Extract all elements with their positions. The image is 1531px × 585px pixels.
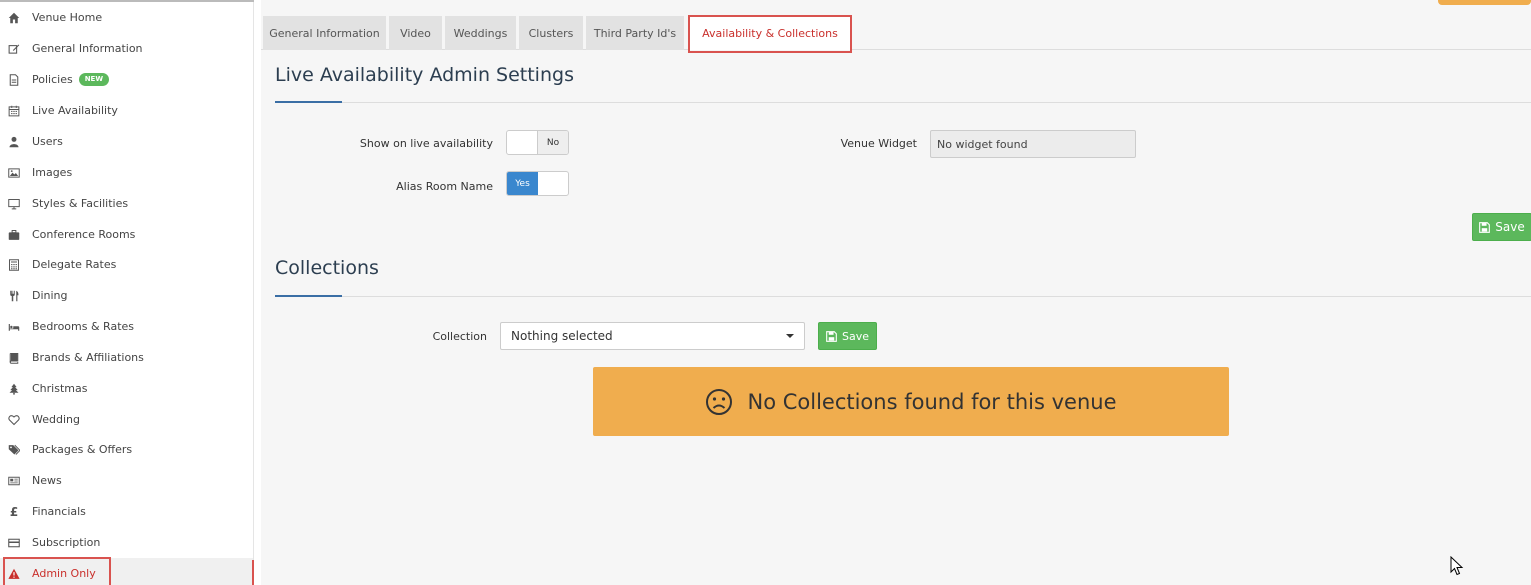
sidebar-item-label: Wedding: [32, 413, 80, 426]
credit-card-icon: [7, 536, 21, 550]
user-icon: [7, 135, 21, 149]
venue-widget-label: Venue Widget: [840, 137, 917, 150]
sidebar-item-general-information[interactable]: General Information: [0, 33, 253, 64]
collections-divider-accent: [275, 295, 342, 297]
availability-divider-accent: [275, 101, 342, 103]
availability-divider: [275, 102, 1531, 103]
tab-third-party-ids[interactable]: Third Party Id's: [586, 16, 684, 50]
collection-selected-value: Nothing selected: [511, 329, 613, 343]
book-icon: [7, 351, 21, 365]
admin-only-highlight: [3, 557, 111, 585]
show-on-live-availability-toggle[interactable]: No: [506, 130, 569, 155]
tab-bar: General Information Video Weddings Clust…: [261, 16, 1531, 50]
collection-select[interactable]: Nothing selected: [500, 322, 805, 350]
sidebar-item-label: Brands & Affiliations: [32, 351, 144, 364]
sidebar-item-label: General Information: [32, 42, 143, 55]
calculator-icon: [7, 258, 21, 272]
sidebar-item-label: Financials: [32, 505, 86, 518]
tab-general-information[interactable]: General Information: [263, 16, 386, 50]
sidebar-item-label: Subscription: [32, 536, 101, 549]
monitor-icon: [7, 197, 21, 211]
sidebar-item-christmas[interactable]: Christmas: [0, 373, 253, 404]
sidebar-item-dining[interactable]: Dining: [0, 280, 253, 311]
sidebar-item-label: Live Availability: [32, 104, 118, 117]
alert-text: No Collections found for this venue: [747, 389, 1117, 414]
sidebar-item-users[interactable]: Users: [0, 126, 253, 157]
tab-clusters[interactable]: Clusters: [519, 16, 583, 50]
sidebar-item-label: Delegate Rates: [32, 258, 117, 271]
sidebar-item-wedding[interactable]: Wedding: [0, 404, 253, 435]
venue-widget-field: No widget found: [930, 130, 1136, 158]
sidebar-item-live-availability[interactable]: Live Availability: [0, 95, 253, 126]
sidebar-item-delegate-rates[interactable]: Delegate Rates: [0, 249, 253, 280]
sidebar-item-conference-rooms[interactable]: Conference Rooms: [0, 219, 253, 250]
heart-icon: [7, 413, 21, 427]
sidebar-item-label: Policies: [32, 73, 73, 86]
admin-only-active-marker: [252, 560, 254, 585]
sidebar-item-packages-offers[interactable]: Packages & Offers: [0, 434, 253, 465]
save-label: Save: [1495, 220, 1525, 234]
main-content: General Information Video Weddings Clust…: [261, 0, 1531, 585]
mouse-cursor-icon: [1450, 556, 1464, 576]
sidebar-item-financials[interactable]: £ Financials: [0, 496, 253, 527]
show-on-live-availability-label: Show on live availability: [359, 137, 493, 150]
sidebar-item-label: News: [32, 474, 62, 487]
sidebar-item-label: Christmas: [32, 382, 88, 395]
sidebar: Venue Home General Information Policies …: [0, 0, 254, 585]
sidebar-item-brands-affiliations[interactable]: Brands & Affiliations: [0, 342, 253, 373]
sidebar-item-label: Venue Home: [32, 11, 103, 24]
home-icon: [7, 11, 21, 25]
orange-top-button[interactable]: [1438, 0, 1531, 5]
new-badge: NEW: [78, 73, 110, 86]
chevron-down-icon: [786, 334, 794, 338]
save-icon: [1479, 221, 1491, 233]
tab-video[interactable]: Video: [389, 16, 442, 50]
sidebar-item-label: Users: [32, 135, 63, 148]
tags-icon: [7, 443, 21, 457]
alias-room-name-label: Alias Room Name: [396, 180, 493, 193]
sidebar-item-venue-home[interactable]: Venue Home: [0, 2, 253, 33]
briefcase-icon: [7, 228, 21, 242]
save-label: Save: [841, 329, 869, 343]
collections-divider: [275, 296, 1531, 297]
calendar-icon: [7, 104, 21, 118]
sidebar-item-label: Dining: [32, 289, 68, 302]
collections-section-title: Collections: [275, 257, 379, 279]
sidebar-item-news[interactable]: News: [0, 465, 253, 496]
pound-icon: £: [9, 504, 19, 519]
newspaper-icon: [7, 474, 21, 488]
toggle-state-label: Yes: [507, 172, 538, 195]
tree-icon: [7, 382, 21, 396]
sidebar-item-images[interactable]: Images: [0, 157, 253, 188]
availability-save-button[interactable]: Save: [1472, 213, 1531, 241]
collection-save-button[interactable]: Save: [818, 322, 877, 350]
sidebar-item-subscription[interactable]: Subscription: [0, 527, 253, 558]
sidebar-item-bedrooms-rates[interactable]: Bedrooms & Rates: [0, 311, 253, 342]
no-collections-alert: No Collections found for this venue: [593, 367, 1229, 436]
document-icon: [7, 73, 21, 87]
bed-icon: [7, 320, 21, 334]
sidebar-item-label: Bedrooms & Rates: [32, 320, 135, 333]
tab-weddings[interactable]: Weddings: [445, 16, 516, 50]
image-icon: [7, 166, 21, 180]
active-tab-highlight: [688, 15, 852, 53]
sidebar-item-policies[interactable]: Policies NEW: [0, 64, 253, 95]
frown-icon: [706, 388, 733, 415]
sidebar-item-label: Styles & Facilities: [32, 197, 129, 210]
sidebar-item-label: Packages & Offers: [32, 443, 133, 456]
alias-room-name-toggle[interactable]: Yes: [506, 171, 569, 196]
save-icon: [826, 330, 837, 342]
collection-label: Collection: [432, 330, 487, 343]
sidebar-item-label: Images: [32, 166, 73, 179]
edit-icon: [7, 42, 21, 56]
sidebar-item-styles-facilities[interactable]: Styles & Facilities: [0, 188, 253, 219]
availability-section-title: Live Availability Admin Settings: [275, 64, 574, 86]
sidebar-item-label: Conference Rooms: [32, 228, 136, 241]
cutlery-icon: [7, 289, 21, 303]
toggle-state-label: No: [537, 131, 568, 154]
